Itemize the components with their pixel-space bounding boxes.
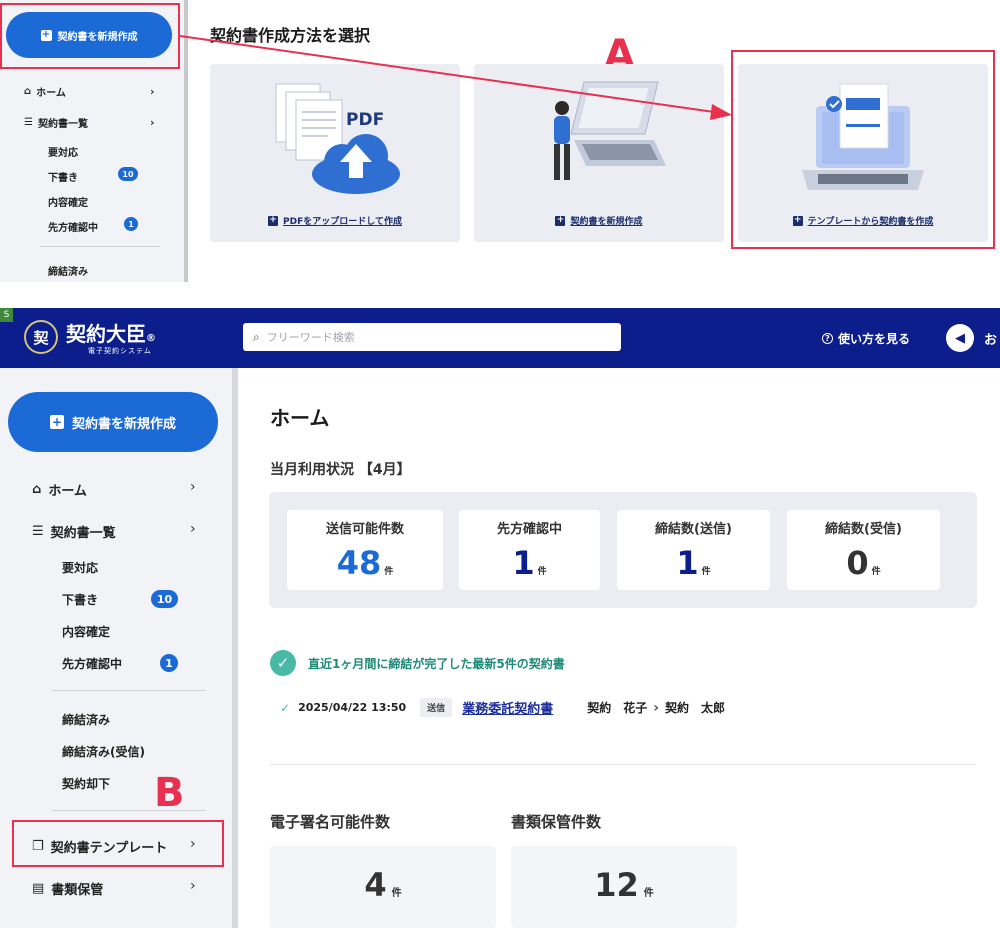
divider [52,810,206,811]
stat-number: 12 [594,866,639,904]
megaphone-icon[interactable]: ◀ [946,324,974,352]
chevron-right-icon: › [653,699,659,716]
sidebar-sub-item[interactable]: 要対応 [62,559,98,576]
question-icon: ? [822,333,833,344]
corner-tag: S [0,308,13,322]
usage-panel: 送信可能件数 48 件 先方確認中 1件 締結数(送信) 1件 締結数(受信) 0… [269,492,977,608]
usage-card-sendable: 送信可能件数 48 件 [287,510,443,590]
sidebar-item-contract-list-label: 契約書一覧 [50,526,116,541]
sidebar-sub-item[interactable]: 下書き [62,591,98,608]
stat-number: 4 [364,866,387,904]
usage-card-unit: 件 [537,567,547,577]
logo-seal-icon: 契 [24,320,58,354]
usage-card-unit: 件 [871,567,881,577]
sidebar-item-storage[interactable]: ▤ 書類保管 [32,879,103,898]
usage-card-pending: 先方確認中 1件 [459,510,600,590]
usage-card-label: 締結数(受信) [825,522,902,537]
signature-stat-label: 電子署名可能件数 [270,813,391,831]
usage-card-value: 48 件 [287,544,443,582]
header-cut-text: お [984,333,998,348]
home-icon: ⌂ [32,482,42,497]
sidebar-item-home[interactable]: ⌂ ホーム [32,480,87,499]
list-icon: ☰ [32,524,44,539]
sidebar-sub-item[interactable]: 契約却下 [62,775,110,792]
draft-count-badge: 10 [151,590,178,608]
search-icon: ⌕ [253,329,260,344]
storage-stat-label: 書類保管件数 [511,813,602,831]
sidebar-item-contract-list[interactable]: ☰ 契約書一覧 [32,522,116,541]
sidebar-sub-item[interactable]: 締結済み [62,711,110,728]
sidebar-border [232,368,238,928]
recent-from: 契約 花子 [587,701,648,715]
page-title: ホーム [270,406,330,430]
storage-stat-card: 12 件 [511,846,737,928]
usage-card-value: 1件 [459,544,600,582]
pending-count-badge: 1 [160,654,178,672]
stat-value: 4件 [270,866,496,904]
recent-contract-row: ✓ 2025/04/22 13:50 送信 業務委託契約書 契約 花子 › 契約… [280,698,725,717]
usage-card-number: 48 [336,544,382,582]
annotation-arrow [179,35,732,120]
usage-card-unit: 件 [701,567,711,577]
stat-value: 12 件 [511,866,737,904]
sidebar-sub-item[interactable]: 先方確認中 [62,655,122,672]
stat-unit: 件 [643,888,654,899]
divider [270,764,976,765]
usage-card-number: 0 [846,544,869,582]
help-link[interactable]: ? 使い方を見る [822,330,910,347]
sidebar-sub-item[interactable]: 内容確定 [62,623,110,640]
usage-card-label: 締結数(送信) [655,522,732,537]
highlight-box-templates [12,820,224,867]
recent-heading: ✓ 直近1ヶ月間に締結が完了した最新5件の契約書 [270,650,565,676]
sidebar-item-home-label: ホーム [48,484,87,499]
stat-unit: 件 [391,888,402,899]
usage-card-value: 0件 [787,544,940,582]
usage-card-number: 1 [676,544,699,582]
recent-heading-text: 直近1ヶ月間に締結が完了した最新5件の契約書 [308,656,565,671]
usage-card-label: 送信可能件数 [325,522,404,537]
search-box[interactable]: ⌕ フリーワード検索 [243,323,621,351]
usage-card-signed-sent: 締結数(送信) 1件 [617,510,770,590]
recent-doc-link[interactable]: 業務委託契約書 [462,698,553,717]
divider [52,690,206,691]
usage-card-unit: 件 [384,567,394,577]
usage-card-value: 1件 [617,544,770,582]
new-contract-button[interactable]: + 契約書を新規作成 [8,392,218,452]
send-tag: 送信 [420,698,453,717]
recent-datetime: 2025/04/22 13:50 [298,701,407,714]
logo-registered: ® [146,333,156,344]
check-icon: ✓ [280,700,291,715]
chevron-right-icon: › [190,479,196,495]
usage-card-label: 先方確認中 [496,522,562,537]
check-circle-icon: ✓ [270,650,296,676]
logo[interactable]: 契約大臣® [66,318,156,347]
logo-name: 契約大臣 [66,322,146,346]
usage-title: 当月利用状況 【4月】 [270,462,411,478]
archive-icon: ▤ [32,881,45,896]
usage-card-signed-received: 締結数(受信) 0件 [787,510,940,590]
recent-to: 契約 太郎 [665,701,726,715]
sidebar-sub-item[interactable]: 締結済み(受信) [62,743,145,760]
chevron-right-icon: › [190,521,196,537]
plus-icon: + [49,415,64,429]
sidebar-item-storage-label: 書類保管 [51,883,104,898]
new-contract-label: 契約書を新規作成 [71,416,176,432]
signature-stat-card: 4件 [270,846,496,928]
app-window: S 契 契約大臣® 電子契約システム ⌕ フリーワード検索 ? 使い方を見る ◀… [0,308,1000,928]
logo-subtitle: 電子契約システム [88,347,152,355]
app-header: S 契 契約大臣® 電子契約システム ⌕ フリーワード検索 ? 使い方を見る ◀… [0,308,1000,368]
top-panel: + 契約書を新規作成 ⌂ ホーム › ☰ 契約書一覧 › 要対応 下書き 10 … [0,0,1000,282]
usage-card-number: 1 [512,544,535,582]
chevron-right-icon: › [190,878,196,894]
search-input[interactable]: フリーワード検索 [267,329,355,345]
help-label: 使い方を見る [838,332,911,346]
